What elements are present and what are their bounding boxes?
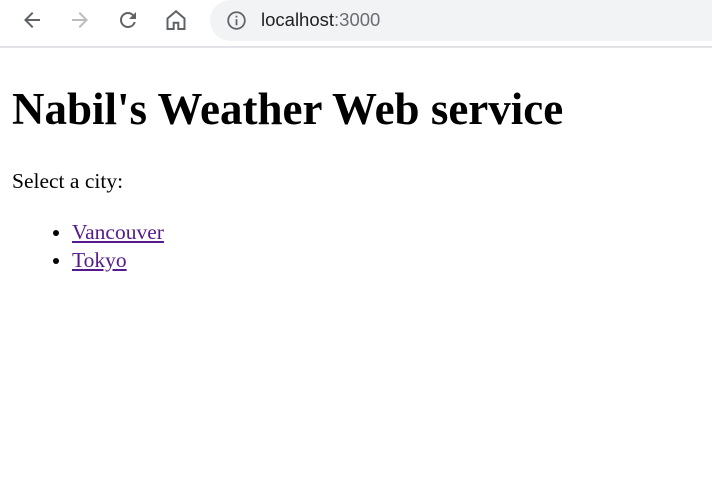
select-city-prompt: Select a city: — [12, 169, 124, 193]
city-link-tokyo[interactable]: Tokyo — [72, 248, 127, 272]
reload-button[interactable] — [114, 6, 142, 34]
home-button[interactable] — [162, 6, 190, 34]
reload-icon — [120, 11, 136, 28]
forward-button[interactable] — [66, 6, 94, 34]
forward-arrow-icon — [72, 12, 88, 28]
url-text[interactable]: localhost:3000 — [261, 9, 380, 31]
browser-toolbar: localhost:3000 — [0, 0, 712, 48]
list-item: Vancouver — [72, 219, 164, 247]
page-title: Nabil's Weather Web service — [12, 84, 564, 134]
home-icon — [166, 9, 186, 30]
url-host: localhost — [261, 9, 335, 30]
city-list: Vancouver Tokyo — [72, 219, 164, 274]
back-button[interactable] — [18, 6, 46, 34]
url-port: :3000 — [334, 9, 381, 30]
back-arrow-icon — [24, 12, 40, 28]
address-bar[interactable]: localhost:3000 — [210, 0, 712, 41]
city-link-vancouver[interactable]: Vancouver — [72, 220, 164, 244]
list-item: Tokyo — [72, 247, 164, 275]
info-icon[interactable] — [226, 10, 247, 31]
